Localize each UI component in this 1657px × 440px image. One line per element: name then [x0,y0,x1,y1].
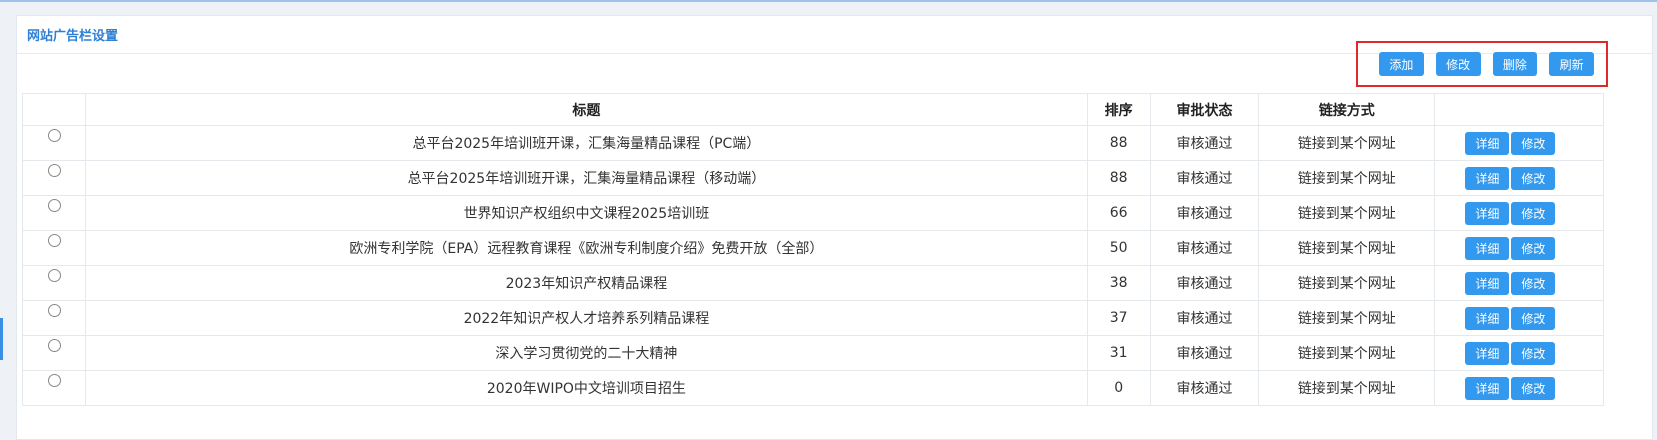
row-title: 欧洲专利学院（EPA）远程教育课程《欧洲专利制度介绍》免费开放（全部） [85,230,1088,266]
row-status: 审核通过 [1149,195,1260,231]
row-actions: 详细 修改 [1434,230,1604,266]
row-edit-button[interactable]: 修改 [1511,341,1556,365]
row-title: 总平台2025年培训班开课，汇集海量精品课程（移动端） [85,160,1088,196]
header-status: 审批状态 [1149,93,1260,126]
row-status: 审核通过 [1149,370,1260,406]
table-row: 总平台2025年培训班开课，汇集海量精品课程（移动端） 88 审核通过 链接到某… [21,160,1604,196]
row-status: 审核通过 [1149,265,1260,301]
row-actions: 详细 修改 [1434,125,1604,161]
delete-button[interactable]: 删除 [1492,52,1538,76]
row-sort: 38 [1086,265,1151,301]
table-row: 深入学习贯彻党的二十大精神 31 审核通过 链接到某个网址 详细 修改 [21,335,1604,371]
detail-button[interactable]: 详细 [1465,166,1510,190]
row-link: 链接到某个网址 [1258,230,1436,266]
detail-button[interactable]: 详细 [1465,376,1510,400]
row-radio[interactable] [47,338,61,352]
row-title: 总平台2025年培训班开课，汇集海量精品课程（PC端） [85,125,1088,161]
row-link: 链接到某个网址 [1258,300,1436,336]
row-sort: 0 [1086,370,1151,406]
row-sort: 66 [1086,195,1151,231]
header-title: 标题 [85,93,1088,126]
row-link: 链接到某个网址 [1258,125,1436,161]
row-title: 2022年知识产权人才培养系列精品课程 [85,300,1088,336]
table-row: 2023年知识产权精品课程 38 审核通过 链接到某个网址 详细 修改 [21,265,1604,301]
row-sort: 88 [1086,125,1151,161]
header-sort: 排序 [1086,93,1151,126]
row-title: 2020年WIPO中文培训项目招生 [85,370,1088,406]
ad-table: 标题 排序 审批状态 链接方式 总平台2025年培训班开课，汇集海量精品课程（P… [21,93,1604,406]
add-button[interactable]: 添加 [1379,52,1424,76]
row-link: 链接到某个网址 [1258,335,1436,371]
toolbar: 添加 修改 删除 刷新 [1356,41,1608,87]
row-link: 链接到某个网址 [1258,160,1436,196]
row-actions: 详细 修改 [1434,265,1604,301]
header-link: 链接方式 [1258,93,1436,126]
detail-button[interactable]: 详细 [1465,236,1510,260]
table-header-row: 标题 排序 审批状态 链接方式 [21,93,1604,126]
row-radio[interactable] [47,198,61,212]
row-link: 链接到某个网址 [1258,265,1436,301]
row-title: 深入学习贯彻党的二十大精神 [85,335,1088,371]
row-title: 世界知识产权组织中文课程2025培训班 [85,195,1088,231]
edit-button[interactable]: 修改 [1435,52,1481,76]
detail-button[interactable]: 详细 [1465,201,1510,225]
row-status: 审核通过 [1149,300,1260,336]
row-title: 2023年知识产权精品课程 [85,265,1088,301]
row-radio[interactable] [47,233,61,247]
table-row: 世界知识产权组织中文课程2025培训班 66 审核通过 链接到某个网址 详细 修改 [21,195,1604,231]
row-radio[interactable] [47,268,61,282]
detail-button[interactable]: 详细 [1465,306,1510,330]
row-radio[interactable] [47,303,61,317]
detail-button[interactable]: 详细 [1465,131,1510,155]
row-sort: 31 [1086,335,1151,371]
row-actions: 详细 修改 [1434,160,1604,196]
header-select [21,93,87,126]
panel-title: 网站广告栏设置 [27,29,119,44]
row-edit-button[interactable]: 修改 [1511,376,1556,400]
left-accent-bar [0,318,3,360]
row-sort: 37 [1086,300,1151,336]
row-edit-button[interactable]: 修改 [1511,201,1556,225]
row-link: 链接到某个网址 [1258,195,1436,231]
row-status: 审核通过 [1149,125,1260,161]
row-edit-button[interactable]: 修改 [1511,271,1556,295]
row-actions: 详细 修改 [1434,195,1604,231]
row-actions: 详细 修改 [1434,300,1604,336]
top-border [0,0,1657,2]
row-edit-button[interactable]: 修改 [1511,306,1556,330]
row-actions: 详细 修改 [1434,335,1604,371]
row-radio[interactable] [47,163,61,177]
row-status: 审核通过 [1149,335,1260,371]
row-status: 审核通过 [1149,160,1260,196]
table-row: 2022年知识产权人才培养系列精品课程 37 审核通过 链接到某个网址 详细 修改 [21,300,1604,336]
row-edit-button[interactable]: 修改 [1511,131,1556,155]
detail-button[interactable]: 详细 [1465,271,1510,295]
table-row: 2020年WIPO中文培训项目招生 0 审核通过 链接到某个网址 详细 修改 [21,370,1604,406]
row-edit-button[interactable]: 修改 [1511,166,1556,190]
refresh-button[interactable]: 刷新 [1549,52,1594,76]
detail-button[interactable]: 详细 [1465,341,1510,365]
header-ops [1434,93,1604,126]
row-sort: 50 [1086,230,1151,266]
table-row: 欧洲专利学院（EPA）远程教育课程《欧洲专利制度介绍》免费开放（全部） 50 审… [21,230,1604,266]
row-sort: 88 [1086,160,1151,196]
row-radio[interactable] [47,128,61,142]
row-link: 链接到某个网址 [1258,370,1436,406]
row-radio[interactable] [47,373,61,387]
table-row: 总平台2025年培训班开课，汇集海量精品课程（PC端） 88 审核通过 链接到某… [21,125,1604,161]
row-edit-button[interactable]: 修改 [1511,236,1556,260]
row-status: 审核通过 [1149,230,1260,266]
row-actions: 详细 修改 [1434,370,1604,406]
